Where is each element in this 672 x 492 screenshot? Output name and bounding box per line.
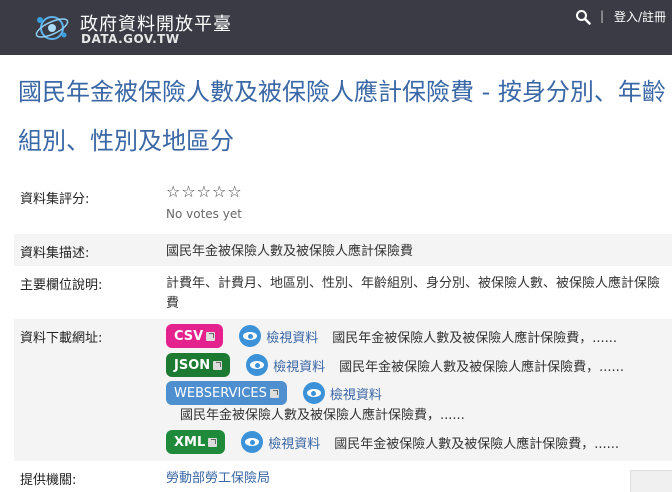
view-data-link[interactable]: 檢視資料 xyxy=(241,431,320,453)
downloads-row: 資料下載網址: CSV 檢視資料 國民年金被保險人數及被保險人應計保險費，...… xyxy=(14,319,672,461)
eye-icon xyxy=(241,431,264,453)
agency-value: 勞動部勞工保險局 xyxy=(166,469,270,489)
page-title: 國民年金被保險人數及被保險人應計保險費 - 按身分別、年齡組別、性別及地區分 xyxy=(18,78,666,155)
scrollbar-corner[interactable] xyxy=(630,470,672,492)
eye-icon xyxy=(302,382,325,404)
view-data-link[interactable]: 檢視資料 xyxy=(302,382,382,404)
agency-link[interactable]: 勞動部勞工保險局 xyxy=(166,471,270,486)
votes-count: No votes yet xyxy=(166,207,242,221)
xml-download-button[interactable]: XML xyxy=(166,430,226,454)
columns-row: 主要欄位說明: 計費年、計費月、地區別、性別、年齡組別、身分別、被保險人數、被保… xyxy=(14,266,672,318)
external-link-icon xyxy=(208,437,218,447)
star-rating-widget[interactable]: ☆☆☆☆☆ xyxy=(166,182,243,202)
columns-label: 主要欄位說明: xyxy=(20,278,103,293)
description-label: 資料集描述: xyxy=(20,246,90,261)
search-icon[interactable] xyxy=(575,9,591,25)
agency-label: 提供機關: xyxy=(20,473,77,488)
description-value: 國民年金被保險人數及被保險人應計保險費 xyxy=(166,244,414,259)
view-data-link[interactable]: 檢視資料 xyxy=(239,325,318,347)
download-description: 國民年金被保險人數及被保險人應計保險費，...... xyxy=(180,408,465,423)
download-item: XML 檢視資料 國民年金被保險人數及被保險人應計保險費，...... xyxy=(166,429,619,455)
download-description: 國民年金被保險人數及被保險人應計保險費，...... xyxy=(332,330,618,346)
csv-download-button[interactable]: CSV xyxy=(166,324,224,348)
downloads-label: 資料下載網址: xyxy=(20,331,103,346)
download-item: CSV 檢視資料 國民年金被保險人數及被保險人應計保險費，...... xyxy=(166,323,617,349)
rating-row: 資料集評分: ☆☆☆☆☆ No votes yet xyxy=(14,178,672,230)
download-item: WEBSERVICES 檢視資料 xyxy=(166,380,382,406)
header-separator: | xyxy=(600,9,605,23)
rating-value: ☆☆☆☆☆ No votes yet xyxy=(166,182,243,224)
download-description: 國民年金被保險人數及被保險人應計保險費，...... xyxy=(334,436,620,452)
view-data-link[interactable]: 檢視資料 xyxy=(246,354,325,376)
external-link-icon xyxy=(269,388,279,398)
download-item: JSON 檢視資料 國民年金被保險人數及被保險人應計保險費，...... xyxy=(166,352,624,378)
download-description: 國民年金被保險人數及被保險人應計保險費，...... xyxy=(339,359,624,375)
webservices-download-button[interactable]: WEBSERVICES xyxy=(166,381,287,405)
agency-row: 提供機關: 勞動部勞工保險局 xyxy=(14,462,672,492)
external-link-icon xyxy=(213,360,223,370)
data-globe-logo-icon[interactable] xyxy=(32,8,72,48)
rating-label: 資料集評分: xyxy=(20,192,90,207)
json-download-button[interactable]: JSON xyxy=(166,353,231,377)
eye-icon xyxy=(246,354,269,376)
site-domain: DATA.GOV.TW xyxy=(81,32,180,46)
description-row: 資料集描述: 國民年金被保險人數及被保險人應計保險費 xyxy=(14,234,672,266)
login-register-link[interactable]: 登入/註冊 xyxy=(614,8,666,25)
columns-value: 計費年、計費月、地區別、性別、年齡組別、身分別、被保險人數、被保險人應計保險費 xyxy=(166,276,661,311)
site-header: 政府資料開放平臺 DATA.GOV.TW | 登入/註冊 xyxy=(0,0,672,55)
eye-icon xyxy=(239,325,262,347)
external-link-icon xyxy=(206,331,216,341)
